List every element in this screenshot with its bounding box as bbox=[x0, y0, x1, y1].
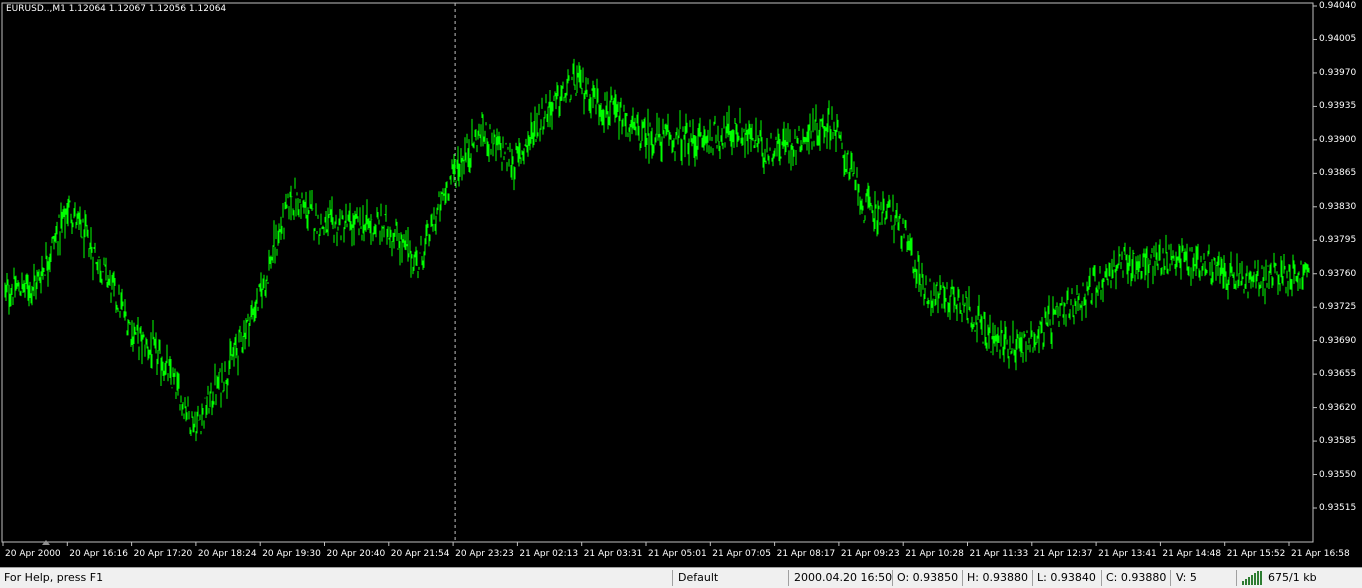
time-label: 20 Apr 19:30 bbox=[262, 549, 321, 559]
price-label: 0.93795 bbox=[1319, 235, 1357, 246]
time-label: 21 Apr 16:58 bbox=[1291, 549, 1350, 559]
time-label: 21 Apr 11:33 bbox=[969, 549, 1029, 559]
price-label: 0.93550 bbox=[1319, 469, 1357, 480]
price-label: 0.94040 bbox=[1319, 1, 1357, 11]
connection-bars-icon[interactable] bbox=[1242, 571, 1264, 585]
status-separator bbox=[1101, 570, 1102, 586]
time-label: 20 Apr 21:54 bbox=[390, 549, 450, 559]
time-label: 21 Apr 08:17 bbox=[776, 549, 836, 559]
volume-readout: V: 5 bbox=[1176, 571, 1197, 584]
time-label: 21 Apr 07:05 bbox=[712, 549, 771, 559]
price-label: 0.93865 bbox=[1319, 168, 1357, 179]
chart-info-label: EURUSD..,M1 1.12064 1.12067 1.12056 1.12… bbox=[6, 4, 227, 14]
time-label: 20 Apr 16:16 bbox=[69, 549, 128, 559]
help-text: For Help, press F1 bbox=[4, 571, 104, 584]
profile-label: Default bbox=[678, 571, 719, 584]
close-readout: C: 0.93880 bbox=[1106, 571, 1167, 584]
time-label: 21 Apr 02:13 bbox=[519, 549, 579, 559]
time-label: 21 Apr 13:41 bbox=[1098, 549, 1157, 559]
time-label: 20 Apr 2000 bbox=[5, 549, 61, 559]
price-label: 0.93900 bbox=[1319, 134, 1357, 145]
price-label: 0.93935 bbox=[1319, 101, 1357, 112]
status-separator bbox=[1236, 570, 1237, 586]
time-label: 21 Apr 14:48 bbox=[1162, 549, 1222, 559]
datetime-readout: 2000.04.20 16:50 bbox=[794, 571, 893, 584]
status-separator bbox=[788, 570, 789, 586]
price-label: 0.93585 bbox=[1319, 436, 1357, 447]
status-separator bbox=[1170, 570, 1171, 586]
low-readout: L: 0.93840 bbox=[1037, 571, 1096, 584]
time-label: 21 Apr 12:37 bbox=[1033, 549, 1093, 559]
traffic-readout: 675/1 kb bbox=[1268, 571, 1317, 584]
time-label: 20 Apr 18:24 bbox=[197, 549, 257, 559]
time-label: 20 Apr 17:20 bbox=[133, 549, 193, 559]
status-separator bbox=[672, 570, 673, 586]
time-label: 20 Apr 20:40 bbox=[326, 549, 386, 559]
status-separator bbox=[962, 570, 963, 586]
chart-window[interactable]: EURUSD..,M1 1.12064 1.12067 1.12056 1.12… bbox=[0, 0, 1362, 567]
time-label: 21 Apr 09:23 bbox=[840, 549, 900, 559]
price-label: 0.93690 bbox=[1319, 335, 1357, 346]
status-bar: For Help, press F1 Default 2000.04.20 16… bbox=[0, 567, 1362, 588]
price-label: 0.93970 bbox=[1319, 67, 1357, 78]
open-readout: O: 0.93850 bbox=[897, 571, 959, 584]
status-separator bbox=[1032, 570, 1033, 586]
price-label: 0.93620 bbox=[1319, 402, 1357, 413]
price-label: 0.94005 bbox=[1319, 34, 1357, 45]
time-label: 20 Apr 23:23 bbox=[455, 549, 514, 559]
price-label: 0.93515 bbox=[1319, 503, 1357, 513]
time-label: 21 Apr 15:52 bbox=[1226, 549, 1286, 559]
time-label: 21 Apr 10:28 bbox=[905, 549, 964, 559]
price-plot[interactable] bbox=[0, 0, 1362, 567]
bar-series bbox=[4, 58, 1310, 442]
price-label: 0.93725 bbox=[1319, 302, 1357, 313]
price-label: 0.93655 bbox=[1319, 369, 1357, 380]
price-label: 0.93830 bbox=[1319, 201, 1357, 212]
status-separator bbox=[892, 570, 893, 586]
high-readout: H: 0.93880 bbox=[967, 571, 1028, 584]
time-label: 21 Apr 03:31 bbox=[583, 549, 643, 559]
time-label: 21 Apr 05:01 bbox=[648, 549, 707, 559]
price-label: 0.93760 bbox=[1319, 268, 1357, 279]
